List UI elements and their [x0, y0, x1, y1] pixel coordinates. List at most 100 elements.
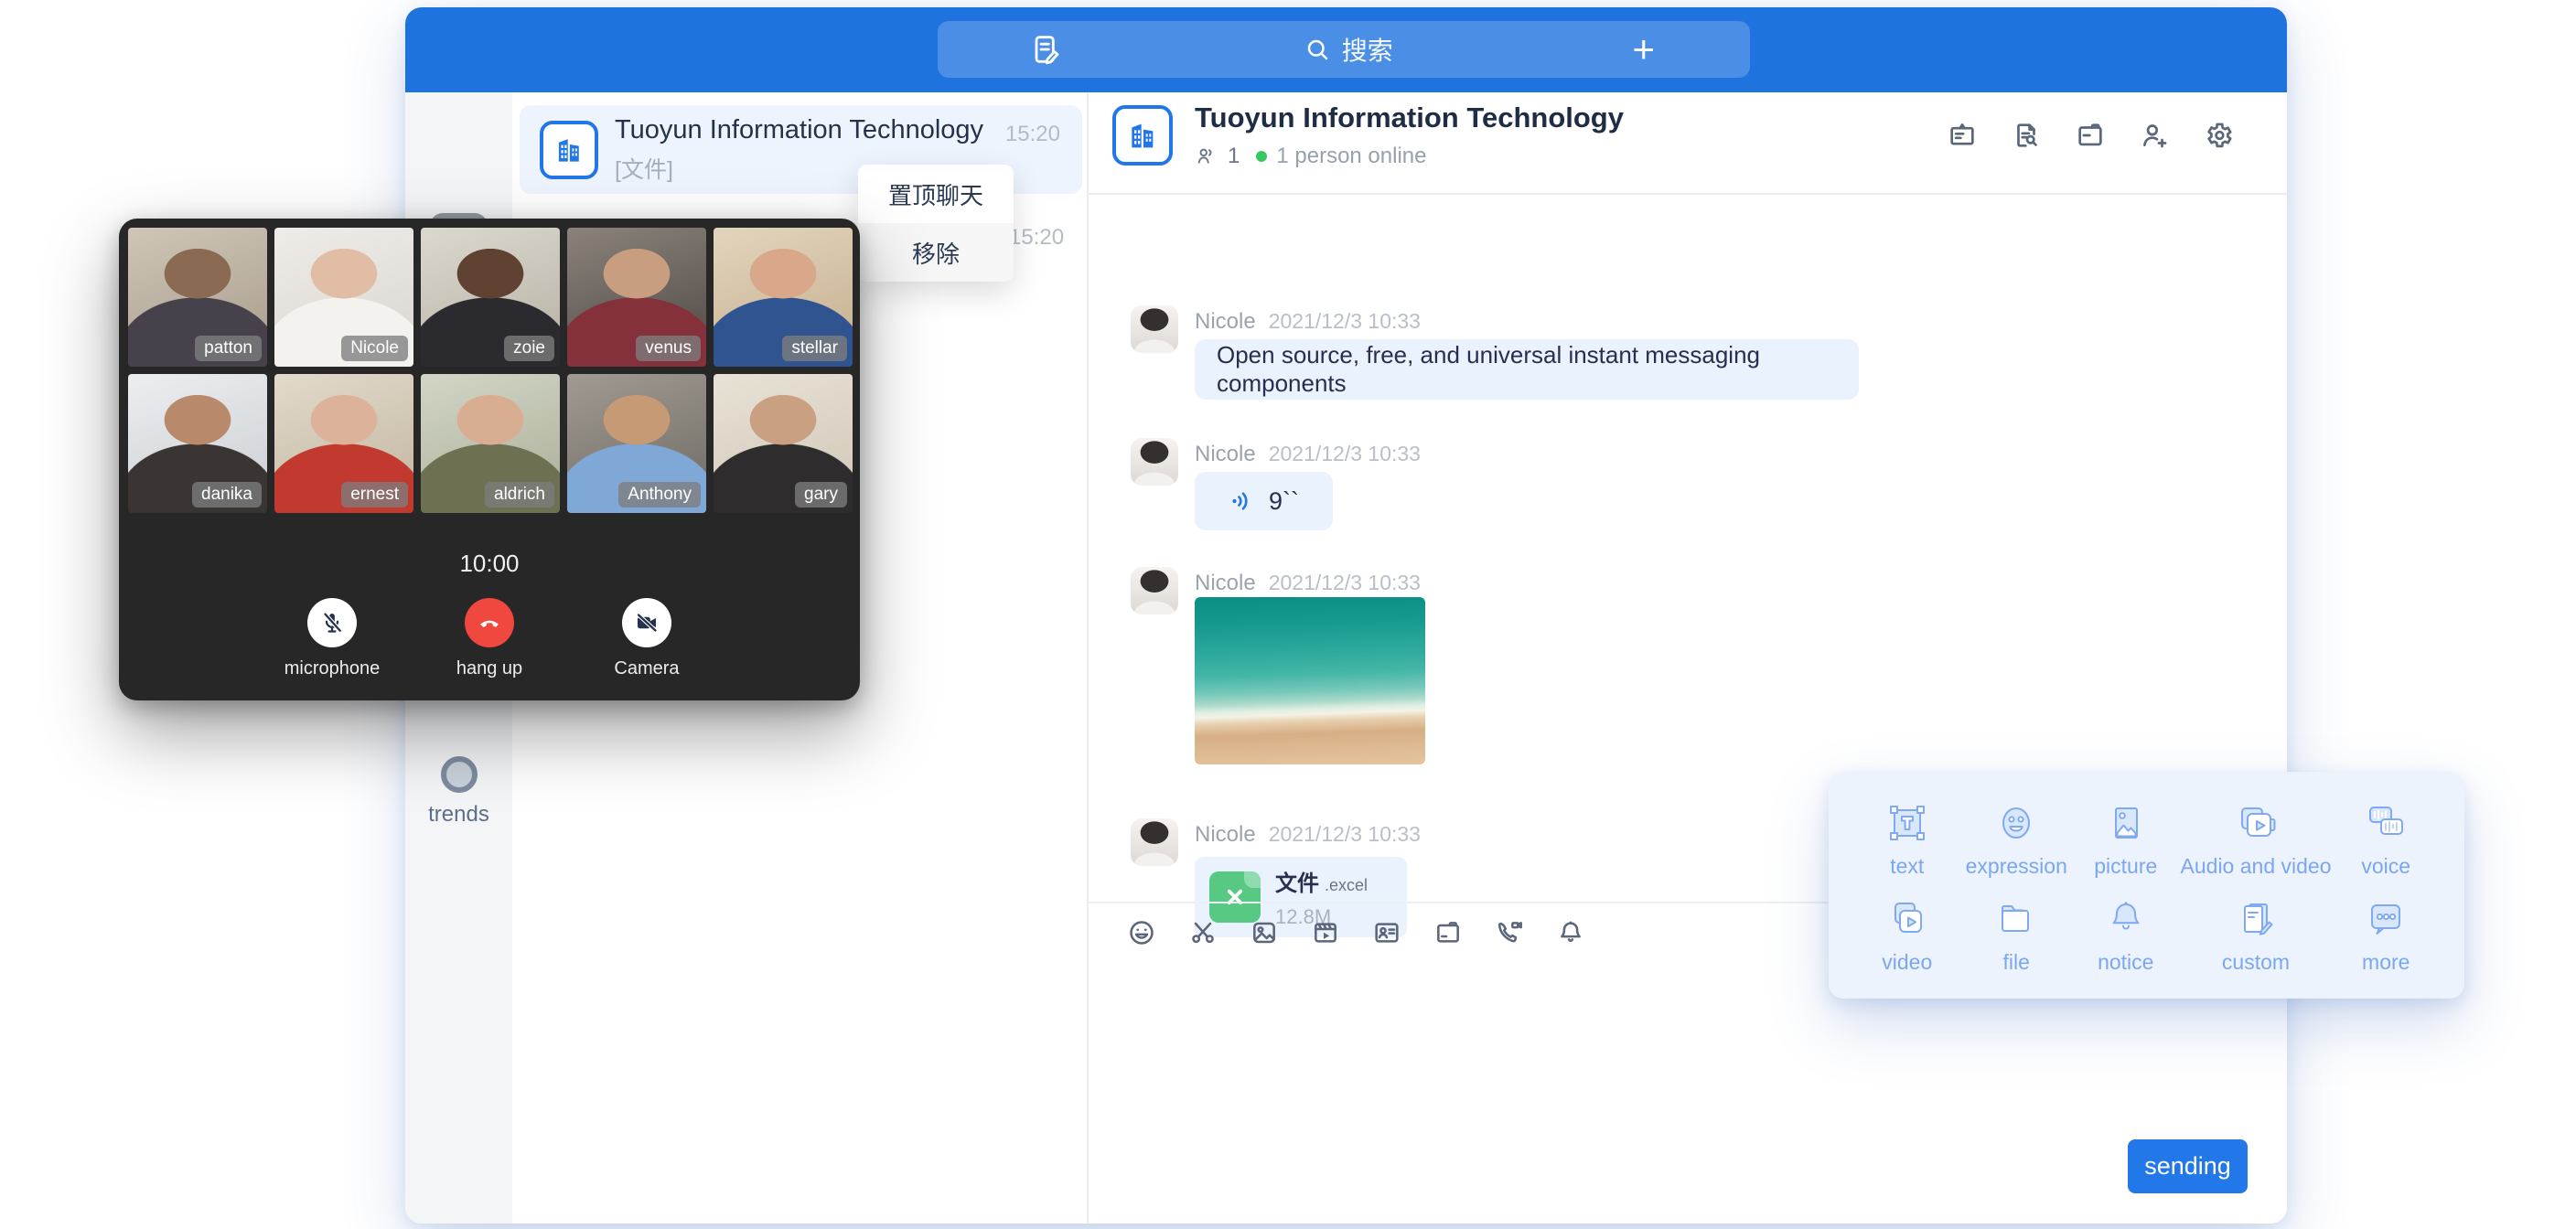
sender-avatar[interactable]: [1131, 305, 1178, 353]
member-count: 1: [1228, 144, 1240, 169]
text-icon: [1885, 801, 1929, 845]
message-timestamp: 2021/12/3 10:33: [1269, 822, 1421, 847]
settings-gear-icon[interactable]: [2203, 120, 2234, 151]
search-bar[interactable]: 搜索 +: [938, 21, 1750, 78]
hang-up-label: hang up: [439, 658, 540, 679]
audio-video-icon: [2234, 801, 2278, 845]
voice-duration: 9``: [1269, 487, 1299, 516]
sender-avatar[interactable]: [1131, 818, 1178, 866]
hang-up-button[interactable]: hang up: [439, 598, 540, 679]
top-bar: 搜索 +: [405, 7, 2287, 92]
video-call-icon[interactable]: [1495, 918, 1524, 947]
composer-toolbar: [1127, 918, 1585, 947]
panel-item-file[interactable]: file: [1962, 892, 2072, 980]
panel-item-notice[interactable]: notice: [2071, 892, 2181, 980]
add-icon[interactable]: +: [1632, 30, 1655, 69]
sender-avatar[interactable]: [1131, 438, 1178, 486]
composer-feature-panel: text expression picture Audio and video: [1829, 772, 2464, 999]
chat-subtitle: 1 1 person online: [1195, 144, 1426, 169]
group-avatar-icon: [540, 121, 598, 179]
panel-item-voice[interactable]: voice: [2331, 796, 2441, 884]
camera-label: Camera: [596, 658, 697, 679]
menu-item-remove[interactable]: 移除: [858, 223, 1014, 282]
participant-name: Nicole: [341, 336, 408, 361]
conversation-title: Tuoyun Information Technology: [615, 115, 1005, 145]
panel-item-video[interactable]: video: [1852, 892, 1962, 980]
camera-button[interactable]: Camera: [596, 598, 697, 679]
video-tile: zoie: [421, 228, 560, 367]
video-grid: pattonNicolezoievenusstellardanikaernest…: [128, 228, 851, 513]
notice-icon: [2104, 897, 2148, 941]
members-icon: [1195, 144, 1218, 168]
voice-icon: [2364, 801, 2408, 845]
microphone-label: microphone: [282, 658, 382, 679]
sender-avatar[interactable]: [1131, 567, 1178, 614]
hang-up-icon: [475, 608, 504, 637]
participant-name: gary: [795, 482, 847, 508]
online-status: 1 person online: [1276, 144, 1426, 169]
conversation-time-2: 15:20: [1009, 225, 1064, 251]
video-tile: danika: [128, 374, 267, 513]
microphone-button[interactable]: microphone: [282, 598, 382, 679]
panel-item-more[interactable]: more: [2331, 892, 2441, 980]
file-ext: .excel: [1325, 876, 1368, 894]
video-tile: venus: [567, 228, 706, 367]
scissors-icon[interactable]: [1188, 918, 1218, 947]
picture-icon[interactable]: [1250, 918, 1279, 947]
file-name: 文件: [1275, 871, 1319, 896]
picture-icon: [2104, 801, 2148, 845]
message-timestamp: 2021/12/3 10:33: [1269, 442, 1421, 466]
video-tile: aldrich: [421, 374, 560, 513]
image-message-beach[interactable]: [1195, 597, 1425, 764]
search-field[interactable]: 搜索: [1304, 31, 1393, 68]
participant-name: stellar: [782, 336, 847, 361]
message-timestamp: 2021/12/3 10:33: [1269, 571, 1421, 595]
chat-header: Tuoyun Information Technology 1 1 person…: [1089, 92, 2287, 195]
panel-item-audio-video[interactable]: Audio and video: [2181, 796, 2332, 884]
participant-name: Anthony: [618, 482, 701, 508]
panel-item-expression[interactable]: expression: [1962, 796, 2072, 884]
contact-card-icon[interactable]: [1372, 918, 1401, 947]
chat-group-icon: [1112, 105, 1173, 166]
message-timestamp: 2021/12/3 10:33: [1269, 309, 1421, 334]
chat-history-search-icon[interactable]: [2011, 120, 2042, 151]
sidebar-item-trends[interactable]: trends: [405, 756, 512, 828]
voice-message-bubble[interactable]: 9``: [1195, 472, 1333, 530]
participant-name: aldrich: [485, 482, 554, 508]
online-dot-icon: [1256, 151, 1267, 162]
participant-name: patton: [195, 336, 262, 361]
conversation-context-menu: 置顶聊天 移除: [858, 165, 1014, 282]
menu-item-pin-chat[interactable]: 置顶聊天: [858, 165, 1014, 223]
chat-panel: Tuoyun Information Technology 1 1 person…: [1089, 92, 2287, 1224]
participant-name: danika: [192, 482, 262, 508]
panel-item-text[interactable]: text: [1852, 796, 1962, 884]
video-tile: gary: [714, 374, 853, 513]
add-member-icon[interactable]: [2139, 120, 2170, 151]
announcement-board-icon[interactable]: [1947, 120, 1978, 151]
panel-item-custom[interactable]: custom: [2181, 892, 2332, 980]
file-icon: [1994, 897, 2038, 941]
excel-file-icon: [1209, 871, 1261, 923]
notification-bell-icon[interactable]: [1556, 918, 1585, 947]
folder-icon[interactable]: [2075, 120, 2106, 151]
call-duration: 10:00: [128, 550, 851, 578]
sender-name: Nicole: [1195, 309, 1256, 335]
video-tile: stellar: [714, 228, 853, 367]
emoji-icon[interactable]: [1127, 918, 1156, 947]
text-message-bubble[interactable]: Open source, free, and universal instant…: [1195, 339, 1859, 400]
camera-muted-icon: [633, 609, 660, 636]
panel-item-picture[interactable]: picture: [2071, 796, 2181, 884]
video-tile: patton: [128, 228, 267, 367]
file-folder-icon[interactable]: [1433, 918, 1463, 947]
order-note-icon[interactable]: [1027, 31, 1064, 68]
more-icon: [2364, 897, 2408, 941]
sender-name: Nicole: [1195, 442, 1256, 467]
voice-waves-icon: [1229, 487, 1256, 515]
conversation-time: 15:20: [1005, 122, 1060, 147]
search-placeholder: 搜索: [1342, 31, 1393, 68]
expression-icon: [1994, 801, 2038, 845]
send-button[interactable]: sending: [2128, 1139, 2248, 1193]
participant-name: zoie: [504, 336, 554, 361]
video-clip-icon[interactable]: [1311, 918, 1340, 947]
video-tile: Anthony: [567, 374, 706, 513]
